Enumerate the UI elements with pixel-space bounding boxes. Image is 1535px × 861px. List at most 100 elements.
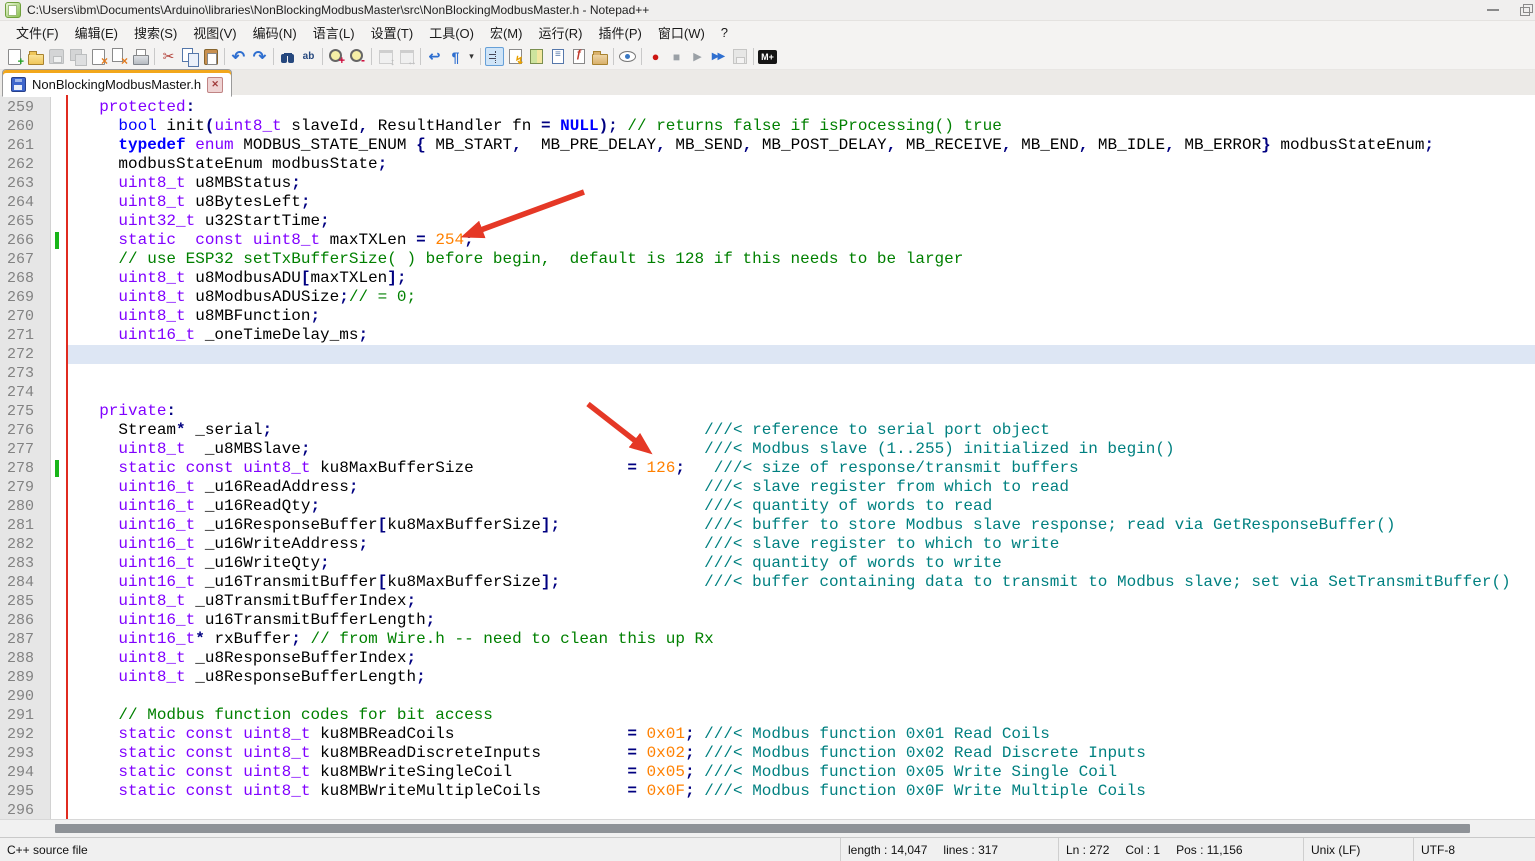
code-text[interactable] [66, 383, 1535, 402]
restore-button[interactable] [1509, 0, 1535, 20]
line-number[interactable]: 274 [0, 383, 50, 402]
indent-guide-icon[interactable] [485, 47, 504, 66]
code-text[interactable]: static const uint8_t ku8MBWriteSingleCoi… [66, 763, 1535, 782]
word-wrap-icon[interactable] [425, 47, 444, 66]
monitoring-icon[interactable] [618, 47, 637, 66]
show-all-characters-icon[interactable] [446, 47, 465, 66]
macro-save-icon[interactable] [730, 47, 749, 66]
line-number[interactable]: 282 [0, 535, 50, 554]
menu-item-view[interactable]: 视图(V) [185, 21, 244, 44]
marker-margin[interactable] [50, 193, 66, 212]
code-editor[interactable]: 259 protected:260 bool init(uint8_t slav… [0, 95, 1535, 819]
redo-icon[interactable] [250, 47, 269, 66]
open-file-icon[interactable] [26, 47, 45, 66]
code-text[interactable] [66, 364, 1535, 383]
code-text[interactable]: uint16_t _u16ReadAddress; ///< slave reg… [66, 478, 1535, 497]
marker-margin[interactable] [50, 592, 66, 611]
folder-as-workspace-icon[interactable] [590, 47, 609, 66]
tab-close-icon[interactable] [207, 77, 223, 93]
code-text[interactable]: static const uint8_t ku8MBWriteMultipleC… [66, 782, 1535, 801]
marker-margin[interactable] [50, 117, 66, 136]
line-number[interactable]: 284 [0, 573, 50, 592]
code-text[interactable]: static const uint8_t ku8MaxBufferSize = … [66, 459, 1535, 478]
cut-icon[interactable] [159, 47, 178, 66]
marker-margin[interactable] [50, 440, 66, 459]
markdown-panel-icon[interactable] [758, 47, 777, 66]
zoom-in-icon[interactable] [327, 47, 346, 66]
code-text[interactable]: uint16_t u16TransmitBufferLength; [66, 611, 1535, 630]
marker-margin[interactable] [50, 250, 66, 269]
line-number[interactable]: 267 [0, 250, 50, 269]
menu-item-settings[interactable]: 设置(T) [363, 21, 422, 44]
code-text[interactable]: uint8_t _u8MBSlave; ///< Modbus slave (1… [66, 440, 1535, 459]
menu-item-language[interactable]: 语言(L) [305, 21, 363, 44]
line-number[interactable]: 260 [0, 117, 50, 136]
line-number[interactable]: 275 [0, 402, 50, 421]
marker-margin[interactable] [50, 326, 66, 345]
marker-margin[interactable] [50, 535, 66, 554]
code-text[interactable]: Stream* _serial; ///< reference to seria… [66, 421, 1535, 440]
change-marker[interactable] [50, 231, 66, 250]
code-text[interactable]: uint8_t _u8ResponseBufferLength; [66, 668, 1535, 687]
code-text[interactable]: uint8_t u8MBFunction; [66, 307, 1535, 326]
line-number[interactable]: 259 [0, 98, 50, 117]
close-all-icon[interactable] [110, 47, 129, 66]
marker-margin[interactable] [50, 98, 66, 117]
line-number[interactable]: 271 [0, 326, 50, 345]
code-text[interactable]: uint16_t _u16WriteQty; ///< quantity of … [66, 554, 1535, 573]
replace-icon[interactable] [299, 47, 318, 66]
code-text[interactable]: static const uint8_t maxTXLen = 254; [66, 231, 1535, 250]
code-text[interactable] [66, 687, 1535, 706]
line-number[interactable]: 269 [0, 288, 50, 307]
line-number[interactable]: 283 [0, 554, 50, 573]
marker-margin[interactable] [50, 649, 66, 668]
code-text[interactable]: uint32_t u32StartTime; [66, 212, 1535, 231]
code-text[interactable] [66, 801, 1535, 819]
code-text[interactable]: uint16_t _u16TransmitBuffer[ku8MaxBuffer… [66, 573, 1535, 592]
line-number[interactable]: 290 [0, 687, 50, 706]
line-number[interactable]: 272 [0, 345, 50, 364]
line-number[interactable]: 270 [0, 307, 50, 326]
code-text[interactable]: // Modbus function codes for bit access [66, 706, 1535, 725]
line-number[interactable]: 261 [0, 136, 50, 155]
code-text[interactable]: uint16_t _oneTimeDelay_ms; [66, 326, 1535, 345]
code-text[interactable]: // use ESP32 setTxBufferSize( ) before b… [66, 250, 1535, 269]
line-number[interactable]: 268 [0, 269, 50, 288]
macro-run-multiple-icon[interactable] [709, 47, 728, 66]
marker-margin[interactable] [50, 497, 66, 516]
zoom-out-icon[interactable] [348, 47, 367, 66]
marker-margin[interactable] [50, 174, 66, 193]
menu-item-macro[interactable]: 宏(M) [482, 21, 531, 44]
line-number[interactable]: 286 [0, 611, 50, 630]
marker-margin[interactable] [50, 611, 66, 630]
line-number[interactable]: 278 [0, 459, 50, 478]
print-icon[interactable] [131, 47, 150, 66]
marker-margin[interactable] [50, 478, 66, 497]
line-number[interactable]: 262 [0, 155, 50, 174]
change-marker[interactable] [50, 459, 66, 478]
minimize-button[interactable] [1477, 0, 1509, 20]
menu-item-tools[interactable]: 工具(O) [421, 21, 482, 44]
code-text[interactable]: uint8_t u8MBStatus; [66, 174, 1535, 193]
marker-margin[interactable] [50, 383, 66, 402]
menu-item-run[interactable]: 运行(R) [530, 21, 590, 44]
code-text[interactable]: uint16_t _u16ResponseBuffer[ku8MaxBuffer… [66, 516, 1535, 535]
copy-icon[interactable] [180, 47, 199, 66]
marker-margin[interactable] [50, 725, 66, 744]
marker-margin[interactable] [50, 288, 66, 307]
marker-margin[interactable] [50, 573, 66, 592]
marker-margin[interactable] [50, 136, 66, 155]
tab-nonblockingmodbusmaster-h[interactable]: NonBlockingModbusMaster.h [2, 69, 232, 97]
menu-item-window[interactable]: 窗口(W) [650, 21, 713, 44]
paste-icon[interactable] [201, 47, 220, 66]
sync-horizontal-scroll-icon[interactable] [397, 47, 416, 66]
status-eol-format[interactable]: Unix (LF) [1303, 838, 1413, 861]
marker-margin[interactable] [50, 801, 66, 819]
code-text[interactable]: uint8_t _u8ResponseBufferIndex; [66, 649, 1535, 668]
code-text[interactable]: uint8_t _u8TransmitBufferIndex; [66, 592, 1535, 611]
show-symbols-caret-icon[interactable] [466, 47, 477, 66]
code-text[interactable]: typedef enum MODBUS_STATE_ENUM { MB_STAR… [66, 136, 1535, 155]
menu-item-file[interactable]: 文件(F) [8, 21, 67, 44]
line-number[interactable]: 295 [0, 782, 50, 801]
code-text[interactable]: private: [66, 402, 1535, 421]
